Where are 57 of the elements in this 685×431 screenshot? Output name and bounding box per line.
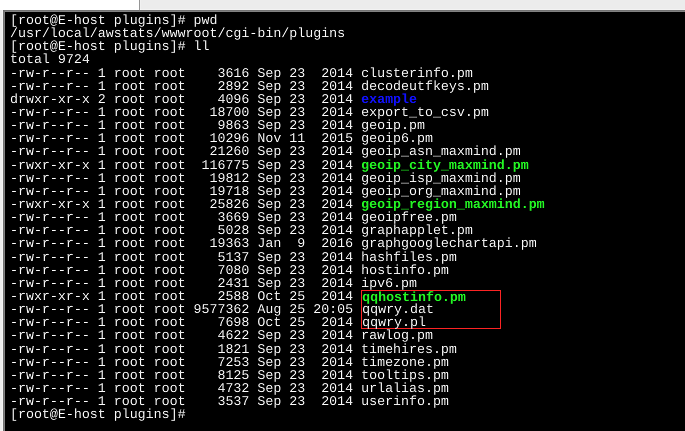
file-name: geoip_region_maxmind.pm [361, 196, 545, 212]
file-name: geoip_asn_maxmind.pm [361, 144, 521, 160]
file-details: -rw-r--r-- 1 root root 8125 Sep 23 2014 [10, 368, 354, 382]
file-name: userinfo.pm [361, 394, 449, 410]
file-details: -rw-r--r-- 1 root root 19718 Sep 23 2014 [10, 184, 354, 198]
file-details: -rw-r--r-- 1 root root 5137 Sep 23 2014 [10, 250, 354, 264]
file-name: example [361, 92, 417, 107]
file-name: graphapplet.pm [361, 223, 473, 238]
file-details: -rw-r--r-- 1 root root 3537 Sep 23 2014 [10, 395, 354, 408]
file-details: -rwxr-xr-x 1 root root 116775 Sep 23 2014 [10, 158, 354, 172]
file-details: -rw-r--r-- 1 root root 18700 Sep 23 2014 [10, 106, 354, 120]
file-name: clusterinfo.pm [361, 66, 473, 81]
terminal-line: [root@E-host plugins]# pwd [10, 13, 218, 28]
file-details: -rw-r--r-- 1 root root 10296 Nov 11 2015 [10, 132, 354, 146]
file-name: tooltips.pm [361, 368, 449, 383]
file-details: -rwxr-xr-x 1 root root 2588 Oct 25 2014 [10, 290, 354, 304]
file-details: -rw-r--r-- 1 root root 3616 Sep 23 2014 [10, 66, 354, 80]
file-name: geoip_city_maxmind.pm [361, 158, 529, 173]
file-name: export_to_csv.pm [361, 104, 489, 120]
file-name: geoipfree.pm [361, 210, 457, 226]
file-details: -rw-r--r-- 1 root root 21260 Sep 23 2014 [10, 145, 354, 159]
file-name: geoip.pm [361, 118, 425, 134]
file-details: -rw-r--r-- 1 root root 19812 Sep 23 2014 [10, 172, 354, 185]
file-name: hashfiles.pm [361, 250, 457, 265]
file-name: graphgooglechartapi.pm [361, 236, 537, 252]
file-name: rawlog.pm [361, 328, 433, 344]
file-details: -rw-r--r-- 1 root root 4732 Sep 23 2014 [10, 382, 354, 396]
file-details: -rw-r--r-- 1 root root 9577362 Aug 25 20:05 [10, 303, 354, 316]
file-name: geoip_isp_maxmind.pm [361, 170, 521, 186]
file-name: qqhostinfo.pm [362, 290, 466, 305]
file-details: -rw-r--r-- 1 root root 4622 Sep 23 2014 [10, 329, 354, 343]
file-details: -rw-r--r-- 1 root root 7080 Sep 23 2014 [10, 264, 354, 277]
terminal-line: total 9724 [10, 52, 90, 68]
file-details: -rw-r--r-- 1 root root 1821 Sep 23 2014 [10, 342, 354, 356]
terminal-line: [root@E-host plugins]# ll [10, 39, 210, 54]
file-details: -rw-r--r-- 1 root root 5028 Sep 23 2014 [10, 224, 354, 238]
file-details: -rw-r--r-- 1 root root 2892 Sep 23 2014 [10, 80, 354, 93]
file-details: -rw-r--r-- 1 root root 7698 Oct 25 2014 [10, 316, 354, 330]
file-details: -rwxr-xr-x 1 root root 25826 Sep 23 2014 [10, 198, 354, 212]
file-details: -rw-r--r-- 1 root root 7253 Sep 23 2014 [10, 356, 354, 369]
terminal-line: [root@E-host plugins]# [10, 407, 186, 422]
file-name: decodeutfkeys.pm [361, 78, 489, 94]
file-details: drwxr-xr-x 2 root root 4096 Sep 23 2014 [10, 92, 354, 106]
file-details: -rw-r--r-- 1 root root 3669 Sep 23 2014 [10, 211, 354, 224]
terminal-line: /usr/local/awstats/wwwroot/cgi-bin/plugins [10, 26, 346, 42]
file-name: qqwry.dat [362, 302, 434, 318]
file-name: hostinfo.pm [361, 262, 449, 278]
file-name: geoip6.pm [361, 131, 433, 146]
file-name: urlalias.pm [361, 380, 449, 396]
file-name: timezone.pm [361, 354, 449, 370]
file-name: ipv6.pm [361, 276, 417, 291]
file-details: -rw-r--r-- 1 root root 9863 Sep 23 2014 [10, 119, 354, 132]
file-name: qqwry.pl [362, 315, 426, 330]
file-details: -rw-r--r-- 1 root root 2431 Sep 23 2014 [10, 276, 354, 290]
file-details: -rw-r--r-- 1 root root 19363 Jan 9 2016 [10, 237, 354, 251]
file-name: geoip_org_maxmind.pm [361, 184, 521, 199]
file-name: timehires.pm [361, 342, 457, 357]
